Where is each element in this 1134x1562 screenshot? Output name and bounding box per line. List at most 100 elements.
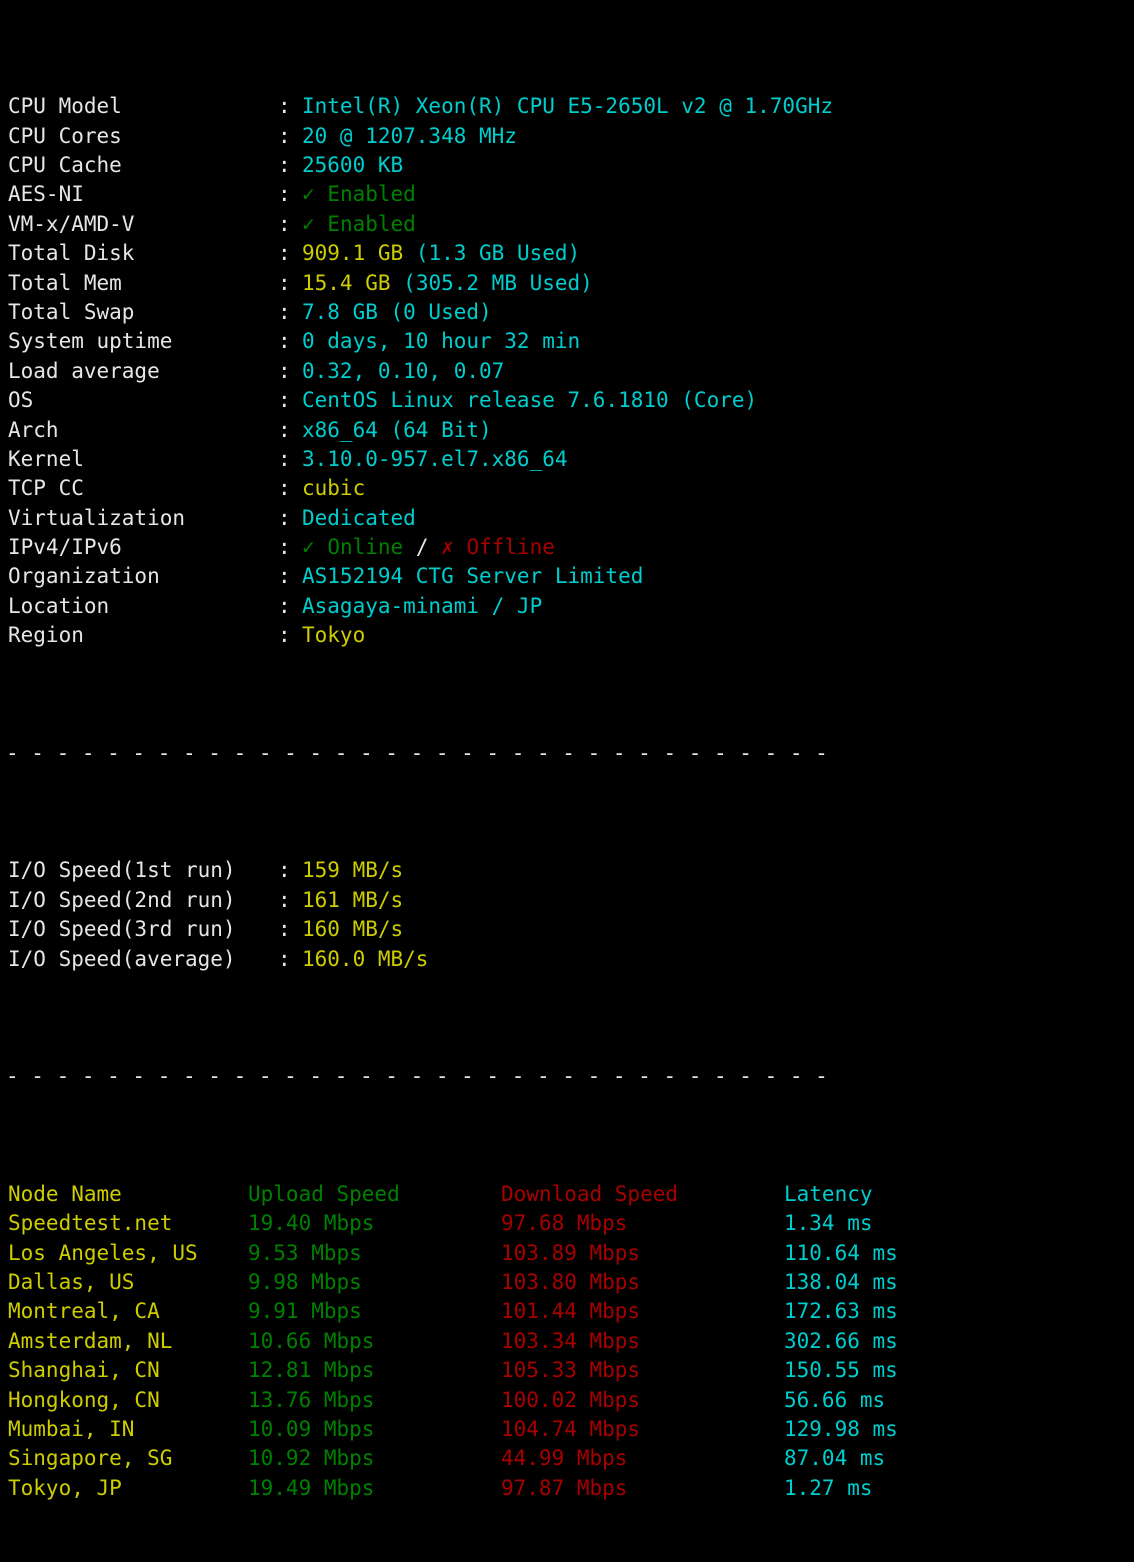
upload-speed-cell: 9.98 Mbps <box>248 1270 362 1295</box>
divider-bottom: - - - - - - - - - - - - - - - - - - - - … <box>6 1064 828 1089</box>
info-colon: : <box>278 94 291 119</box>
divider-top: - - - - - - - - - - - - - - - - - - - - … <box>6 740 828 765</box>
info-label: OS <box>8 388 34 413</box>
check-icon: ✓ <box>302 535 315 560</box>
io-speed-row: I/O Speed(2nd run):161 MB/s <box>0 886 1134 915</box>
io-speed-value: 161 MB/s <box>302 887 404 912</box>
download-speed-cell: 103.34 Mbps <box>501 1328 641 1353</box>
speedtest-row: Los Angeles, US 9.53 Mbps 103.89 Mbps 110.6… <box>0 1239 1134 1268</box>
io-speed-row: I/O Speed(1st run):159 MB/s <box>0 856 1134 885</box>
info-colon: : <box>278 446 291 471</box>
info-row: Location: Asagaya-minami / JP <box>0 592 1134 621</box>
upload-speed-cell: 10.66 Mbps <box>248 1328 375 1353</box>
info-label: AES-NI <box>8 182 84 207</box>
check-icon: ✓ <box>302 211 315 236</box>
info-colon: : <box>278 476 291 501</box>
download-speed-cell: 44.99 Mbps <box>501 1446 628 1471</box>
download-speed-cell: 100.02 Mbps <box>501 1387 641 1412</box>
node-name-cell: Speedtest.net <box>8 1211 173 1236</box>
info-colon: : <box>278 241 291 266</box>
speedtest-section: Node Name Upload Speed Download Speed Laten… <box>0 1180 1134 1503</box>
info-colon: : <box>278 388 291 413</box>
download-speed-cell: 97.87 Mbps <box>501 1475 628 1500</box>
speedtest-header-row: Node Name Upload Speed Download Speed Laten… <box>0 1180 1134 1209</box>
latency-cell: 172.63 ms <box>784 1299 898 1324</box>
info-value: cubic <box>302 476 366 501</box>
node-name-cell: Singapore, SG <box>8 1446 173 1471</box>
node-name-cell: Shanghai, CN <box>8 1358 160 1383</box>
info-colon: : <box>278 623 291 648</box>
info-label: CPU Cores <box>8 123 122 148</box>
info-colon: : <box>278 299 291 324</box>
info-label: Total Swap <box>8 299 135 324</box>
info-value: 20 @ 1207.348 MHz <box>302 123 517 148</box>
io-speed-value: 159 MB/s <box>302 858 404 883</box>
info-colon: : <box>278 270 291 295</box>
latency-cell: 150.55 ms <box>784 1358 898 1383</box>
node-name-cell: Hongkong, CN <box>8 1387 160 1412</box>
info-value-primary: 15.4 GB <box>302 270 391 295</box>
io-speed-section: I/O Speed(1st run):159 MB/s I/O Speed(2nd… <box>0 856 1134 974</box>
info-value: AS152194 CTG Server Limited <box>302 564 644 589</box>
info-value: Enabled <box>327 182 416 207</box>
info-value: 0.32, 0.10, 0.07 <box>302 358 505 383</box>
info-colon: : <box>278 358 291 383</box>
info-value: Intel(R) Xeon(R) CPU E5-2650L v2 @ 1.70G… <box>302 94 834 119</box>
terminal-output: CPU Model: Intel(R) Xeon(R) CPU E5-2650L … <box>0 0 1134 1500</box>
info-row: AES-NI: ✓ Enabled <box>0 180 1134 209</box>
io-colon: : <box>278 887 291 912</box>
info-value: 0 days, 10 hour 32 min <box>302 329 581 354</box>
download-speed-cell: 104.74 Mbps <box>501 1416 641 1441</box>
io-colon: : <box>278 917 291 942</box>
info-label: CPU Model <box>8 94 122 119</box>
io-speed-label: I/O Speed(2nd run) <box>8 887 236 912</box>
info-row: Kernel:3.10.0-957.el7.x86_64 <box>0 445 1134 474</box>
info-row: Arch: x86_64 (64 Bit) <box>0 416 1134 445</box>
info-value: CentOS Linux release 7.6.1810 (Core) <box>302 388 758 413</box>
info-value: 7.8 GB (0 Used) <box>302 299 492 324</box>
cross-icon: ✗ <box>441 535 454 560</box>
info-value: 25600 KB <box>302 153 404 177</box>
speedtest-row: Tokyo, JP 19.49 Mbps 97.87 Mbps 1.27 ms <box>0 1474 1134 1503</box>
info-row: CPU Cache:25600 KB <box>0 151 1134 180</box>
upload-speed-cell: 19.49 Mbps <box>248 1475 375 1500</box>
info-colon: : <box>278 505 291 530</box>
latency-cell: 302.66 ms <box>784 1328 898 1353</box>
node-name-cell: Tokyo, JP <box>8 1475 122 1500</box>
io-speed-label: I/O Speed(1st run) <box>8 858 236 883</box>
info-row: IPv4/IPv6: ✓ Online / ✗ Offline <box>0 533 1134 562</box>
speedtest-row: Mumbai, IN 10.09 Mbps 104.74 Mbps 129.98 ms <box>0 1415 1134 1444</box>
info-label: Location <box>8 593 110 618</box>
info-row: TCP CC: cubic <box>0 474 1134 503</box>
ipv6-status: Offline <box>466 535 555 560</box>
info-value: Tokyo <box>302 623 366 648</box>
node-name-cell: Amsterdam, NL <box>8 1328 173 1353</box>
info-label: Load average <box>8 358 160 383</box>
info-colon: : <box>278 153 291 177</box>
info-row: Total Mem:15.4 GB (305.2 MB Used) <box>0 269 1134 298</box>
io-colon: : <box>278 946 291 971</box>
info-label: Organization <box>8 564 160 589</box>
ipv4-status: Online <box>327 535 404 560</box>
latency-cell: 56.66 ms <box>784 1387 886 1412</box>
info-label: Kernel <box>8 446 84 471</box>
info-colon: : <box>278 417 291 442</box>
info-label: TCP CC <box>8 476 84 501</box>
upload-speed-cell: 12.81 Mbps <box>248 1358 375 1383</box>
upload-speed-cell: 13.76 Mbps <box>248 1387 375 1412</box>
io-colon: : <box>278 858 291 883</box>
io-speed-value: 160.0 MB/s <box>302 946 429 971</box>
info-label: IPv4/IPv6 <box>8 535 122 560</box>
download-speed-cell: 101.44 Mbps <box>501 1299 641 1324</box>
info-value-secondary: (1.3 GB Used) <box>415 241 581 266</box>
latency-cell: 138.04 ms <box>784 1270 898 1295</box>
info-value-secondary: (305.2 MB Used) <box>403 270 593 295</box>
download-speed-cell: 97.68 Mbps <box>501 1211 628 1236</box>
download-speed-cell: 105.33 Mbps <box>501 1358 641 1383</box>
speedtest-row: Shanghai, CN 12.81 Mbps 105.33 Mbps 150.55 … <box>0 1356 1134 1385</box>
info-label: Arch <box>8 417 59 442</box>
node-name-cell: Montreal, CA <box>8 1299 160 1324</box>
info-row: Region: Tokyo <box>0 621 1134 650</box>
info-label: VM-x/AMD-V <box>8 211 135 236</box>
info-colon: : <box>278 329 291 354</box>
